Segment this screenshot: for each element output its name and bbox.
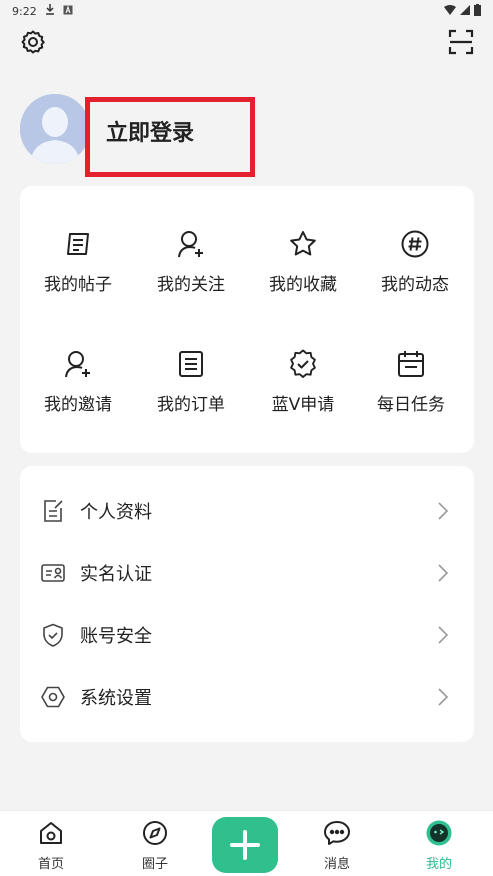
wifi-icon xyxy=(444,4,456,18)
grid-item-label: 我的订单 xyxy=(157,395,225,415)
chevron-right-icon xyxy=(436,563,450,583)
hexagon-settings-icon xyxy=(40,684,66,710)
list-item-label: 账号安全 xyxy=(80,626,152,647)
grid-item-my-orders[interactable]: 我的订单 xyxy=(136,348,246,438)
edit-profile-icon xyxy=(40,498,66,524)
nav-label: 首页 xyxy=(37,857,64,872)
profile-face-icon xyxy=(425,819,453,847)
list-item-label: 实名认证 xyxy=(80,564,152,585)
settings-icon[interactable] xyxy=(18,27,48,57)
create-post-button[interactable] xyxy=(212,817,278,873)
list-item-account-security[interactable]: 账号安全 xyxy=(20,604,474,666)
plus-icon xyxy=(230,830,260,860)
grid-item-my-favorites[interactable]: 我的收藏 xyxy=(248,228,358,318)
signal-icon xyxy=(460,4,470,18)
calendar-task-icon xyxy=(395,348,427,380)
list-item-label: 个人资料 xyxy=(80,502,152,523)
verified-badge-icon xyxy=(287,348,319,380)
shield-check-icon xyxy=(40,622,66,648)
chevron-right-icon xyxy=(436,625,450,645)
grid-item-my-activity[interactable]: 我的动态 xyxy=(360,228,470,318)
list-item-profile[interactable]: 个人资料 xyxy=(20,480,474,542)
grid-item-label: 蓝V申请 xyxy=(271,395,335,415)
hashtag-icon xyxy=(399,228,431,260)
invite-user-icon xyxy=(62,348,94,380)
grid-item-label: 每日任务 xyxy=(377,395,445,415)
nav-item-home[interactable]: 首页 xyxy=(16,819,86,875)
quick-actions-card: 我的帖子 我的关注 我的收藏 我的动态 我的邀请 我的订单 蓝V申请 每日任务 xyxy=(20,186,474,453)
home-icon xyxy=(37,819,65,847)
nav-item-mine[interactable]: 我的 xyxy=(404,819,474,875)
post-icon xyxy=(62,228,94,260)
list-item-real-name[interactable]: 实名认证 xyxy=(20,542,474,604)
grid-item-my-posts[interactable]: 我的帖子 xyxy=(23,228,133,318)
download-icon xyxy=(45,4,55,18)
chevron-right-icon xyxy=(436,501,450,521)
star-icon xyxy=(287,228,319,260)
follow-user-icon xyxy=(175,228,207,260)
nav-item-circle[interactable]: 圈子 xyxy=(120,819,190,875)
nav-label: 我的 xyxy=(425,857,452,872)
grid-item-label: 我的邀请 xyxy=(44,395,112,415)
list-item-system-settings[interactable]: 系统设置 xyxy=(20,666,474,728)
order-list-icon xyxy=(175,348,207,380)
scan-icon[interactable] xyxy=(446,27,476,57)
settings-list-card: 个人资料 实名认证 账号安全 系统设置 xyxy=(20,466,474,742)
message-icon xyxy=(323,819,351,847)
annotation-highlight-box xyxy=(85,97,255,177)
grid-item-blue-v-apply[interactable]: 蓝V申请 xyxy=(248,348,358,438)
grid-item-daily-tasks[interactable]: 每日任务 xyxy=(356,348,466,438)
list-item-label: 系统设置 xyxy=(80,688,152,709)
chevron-right-icon xyxy=(436,687,450,707)
notification-a-icon xyxy=(63,4,73,18)
id-card-icon xyxy=(40,560,66,586)
grid-item-label: 我的关注 xyxy=(157,275,225,295)
grid-item-label: 我的收藏 xyxy=(269,275,337,295)
battery-icon xyxy=(474,3,481,19)
avatar[interactable] xyxy=(20,94,90,164)
status-time: 9:22 xyxy=(12,4,37,18)
nav-label: 圈子 xyxy=(141,857,168,872)
compass-icon xyxy=(141,819,169,847)
grid-item-my-follows[interactable]: 我的关注 xyxy=(136,228,246,318)
nav-label: 消息 xyxy=(323,857,350,872)
status-bar: 9:22 xyxy=(0,0,493,22)
nav-item-messages[interactable]: 消息 xyxy=(302,819,372,875)
grid-item-my-invites[interactable]: 我的邀请 xyxy=(23,348,133,438)
grid-item-label: 我的动态 xyxy=(381,275,449,295)
grid-item-label: 我的帖子 xyxy=(44,275,112,295)
